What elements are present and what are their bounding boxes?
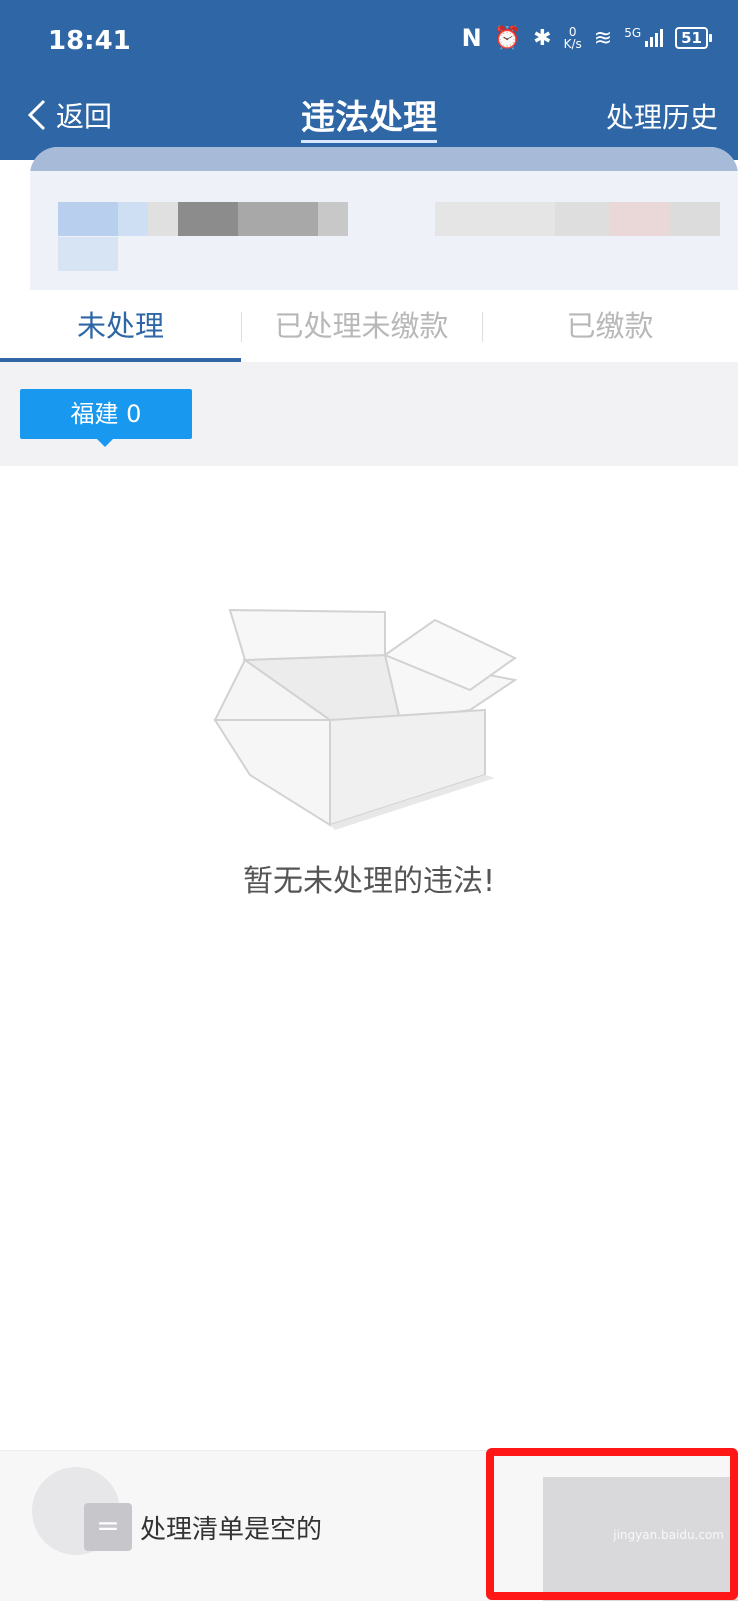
- blurred-plate-block: [58, 202, 118, 236]
- card-top-shade: [30, 147, 738, 171]
- empty-box-icon: [213, 608, 518, 830]
- clock-time: 18:41: [48, 26, 131, 56]
- blurred-plate-block: [318, 202, 348, 236]
- blurred-info-block: [670, 202, 720, 236]
- blurred-plate-block: [178, 202, 238, 236]
- cart-button[interactable]: =: [32, 1467, 132, 1555]
- app-header: 18:41 N ⏰ ✱ 0 K/s ≋ 5G 51 返回 违法处理 处理历史: [0, 0, 738, 160]
- highlight-box: [486, 1448, 738, 1600]
- blurred-plate-block: [58, 237, 118, 271]
- nfc-icon: N: [461, 24, 482, 52]
- wifi-icon: ≋: [593, 25, 613, 51]
- bluetooth-icon: ✱: [533, 25, 552, 51]
- tab-unprocessed[interactable]: 未处理: [0, 290, 241, 362]
- cart-status-text: 处理清单是空的: [140, 1515, 323, 1545]
- blurred-info-block: [435, 202, 555, 236]
- blurred-plate-block: [238, 202, 318, 236]
- list-icon: =: [84, 1503, 132, 1551]
- battery-icon: 51: [675, 27, 712, 49]
- province-chip[interactable]: 福建 0: [20, 389, 192, 447]
- status-icons: N ⏰ ✱ 0 K/s ≋ 5G 51: [461, 24, 712, 52]
- history-button[interactable]: 处理历史: [606, 96, 718, 136]
- tab-processed-unpaid[interactable]: 已处理未缴款: [241, 290, 482, 362]
- blurred-plate-block: [118, 202, 148, 236]
- province-filter-bar: 福建 0: [0, 362, 738, 466]
- blurred-info-block: [610, 202, 670, 236]
- vehicle-info-card: [30, 147, 738, 297]
- status-tabs: 未处理 已处理未缴款 已缴款: [0, 290, 738, 362]
- signal-icon: [645, 29, 664, 47]
- alarm-icon: ⏰: [493, 25, 522, 51]
- blurred-info-block: [555, 202, 610, 236]
- network-speed: 0 K/s: [563, 25, 582, 51]
- blurred-plate-block: [148, 202, 178, 236]
- page-title-text: 违法处理: [301, 98, 437, 143]
- network-type-label: 5G: [624, 26, 642, 40]
- empty-state-message: 暂无未处理的违法!: [242, 864, 496, 899]
- tab-paid[interactable]: 已缴款: [482, 290, 738, 362]
- status-bar: 18:41 N ⏰ ✱ 0 K/s ≋ 5G 51: [0, 0, 738, 80]
